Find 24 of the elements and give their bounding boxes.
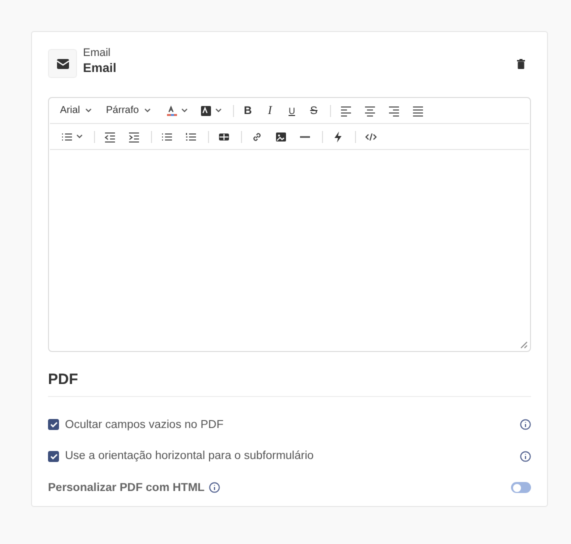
resize-handle-icon[interactable]	[520, 341, 528, 349]
italic-button[interactable]: I	[260, 100, 280, 120]
strike-button[interactable]: S	[304, 100, 324, 120]
email-icon	[48, 49, 77, 78]
trash-icon[interactable]	[517, 58, 525, 68]
toolbar-dropdown[interactable]: Arial	[56, 100, 96, 120]
field-type-label: Email	[83, 46, 112, 60]
info-icon[interactable]	[520, 450, 531, 462]
field-title: Email	[83, 60, 118, 77]
section-heading: PDF	[48, 371, 79, 388]
setting-label: Personalizar PDF com HTML	[48, 482, 205, 494]
bold-button[interactable]: B	[238, 100, 258, 120]
toolbar-dropdown[interactable]: Párrafo	[102, 100, 155, 120]
info-icon[interactable]	[520, 419, 531, 430]
checkbox[interactable]	[48, 450, 59, 462]
caret-icon	[144, 108, 151, 113]
checkbox[interactable]	[48, 419, 59, 430]
checkbox-label: Use a orientação horizontal para o subformulário	[65, 450, 315, 462]
underline-button[interactable]: U	[282, 100, 302, 120]
caret-icon	[85, 108, 92, 113]
info-icon[interactable]	[208, 482, 220, 494]
checkbox-label: Ocultar campos vazios no PDF	[65, 418, 225, 431]
toggle-switch[interactable]	[511, 482, 531, 494]
rich-text-editor[interactable]: Arial Párrafo B I U S	[48, 97, 531, 352]
